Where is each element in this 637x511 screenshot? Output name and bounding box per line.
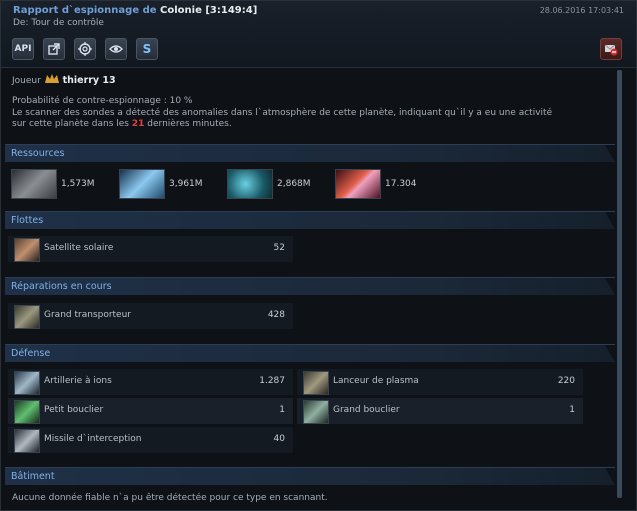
anomaly-minutes: 21 — [131, 119, 145, 129]
section-title: Réparations en cours — [11, 281, 112, 292]
section-fleets: Flottes — [5, 211, 615, 229]
section-title: Bâtiment — [11, 471, 55, 482]
defense-row[interactable]: Petit bouclier 1 — [8, 398, 293, 424]
eye-icon — [109, 45, 123, 53]
defense-name: Lanceur de plasma — [333, 376, 419, 386]
api-label: API — [14, 44, 32, 54]
repair-count: 428 — [267, 310, 285, 320]
defense-count: 1 — [569, 405, 575, 415]
defense-name: Missile d`interception — [44, 434, 142, 444]
interceptor-missile-icon — [14, 429, 40, 453]
buildings-no-data: Aucune donnée fiable n`a pu être détecté… — [12, 493, 328, 503]
defense-name: Artillerie à ions — [44, 376, 112, 386]
fleet-row[interactable]: Satellite solaire 52 — [8, 236, 293, 262]
scrollbar-thumb[interactable] — [617, 70, 622, 498]
defense-count: 1 — [279, 405, 285, 415]
large-shield-icon — [303, 400, 329, 424]
repair-row[interactable]: Grand transporteur 428 — [8, 303, 293, 329]
repair-name: Grand transporteur — [44, 310, 131, 320]
delete-button[interactable] — [600, 38, 622, 60]
small-shield-icon — [14, 400, 40, 424]
resource-crystal: 3,961M — [119, 169, 203, 199]
scrollbar[interactable] — [617, 70, 622, 498]
section-repairs: Réparations en cours — [5, 277, 615, 295]
plasma-turret-icon — [303, 371, 329, 395]
anomaly-text: Le scanner des sondes a détecté des anom… — [12, 107, 553, 118]
share-icon — [48, 43, 60, 55]
section-title: Flottes — [11, 215, 44, 226]
energy-value: 17.304 — [385, 179, 417, 189]
resource-deuterium: 2,868M — [227, 169, 311, 199]
espionage-button[interactable] — [105, 38, 127, 60]
rank-icon — [44, 74, 59, 83]
defense-count: 1.287 — [259, 376, 285, 386]
defense-count: 40 — [273, 434, 285, 444]
energy-icon — [335, 169, 381, 199]
crystal-value: 3,961M — [169, 179, 203, 189]
deuterium-value: 2,868M — [277, 179, 311, 189]
resource-energy: 17.304 — [335, 169, 417, 199]
report-title: Rapport d`espionnage de Colonie [3:149:4… — [13, 5, 257, 16]
resource-metal: 1,573M — [11, 169, 95, 199]
defense-row[interactable]: Grand bouclier 1 — [297, 398, 583, 424]
metal-icon — [11, 169, 57, 199]
defense-row[interactable]: Artillerie à ions 1.287 — [8, 369, 293, 395]
title-prefix: Rapport d`espionnage de — [13, 5, 157, 16]
fleet-count: 52 — [273, 243, 285, 253]
simulate-label: S — [142, 42, 152, 56]
player-label: Joueur — [12, 76, 41, 86]
report-date: 28.06.2016 17:03:41 — [539, 6, 624, 15]
anomaly-text-pre: sur cette planète dans les — [12, 119, 129, 129]
section-title: Ressources — [11, 148, 65, 159]
defense-name: Grand bouclier — [333, 405, 400, 415]
report-sender: De: Tour de contrôle — [13, 18, 104, 28]
player-line: Joueur thierry 13 — [12, 73, 116, 86]
crystal-icon — [119, 169, 165, 199]
share-button[interactable] — [43, 38, 65, 60]
solar-satellite-icon — [14, 238, 40, 262]
espionage-info: Probabilité de contre-espionnage : 10 % … — [12, 96, 612, 131]
section-title: Défense — [11, 348, 51, 359]
target-icon — [78, 42, 92, 56]
defense-row[interactable]: Lanceur de plasma 220 — [297, 369, 583, 395]
defense-row[interactable]: Missile d`interception 40 — [8, 427, 293, 453]
fleet-name: Satellite solaire — [44, 243, 114, 253]
api-button[interactable]: API — [12, 38, 34, 60]
section-buildings: Bâtiment — [5, 467, 615, 485]
simulate-button[interactable]: S — [136, 38, 158, 60]
deuterium-icon — [227, 169, 273, 199]
report-header: Rapport d`espionnage de Colonie [3:149:4… — [1, 1, 636, 68]
section-resources: Ressources — [5, 144, 615, 162]
anomaly-text-2: sur cette planète dans les 21 dernières … — [12, 119, 612, 131]
player-name[interactable]: thierry 13 — [63, 75, 116, 86]
large-cargo-icon — [14, 305, 40, 329]
counter-espionage-text: Probabilité de contre-espionnage : 10 % — [12, 96, 193, 106]
defense-count: 220 — [557, 376, 575, 386]
ion-cannon-icon — [14, 371, 40, 395]
anomaly-text-post: dernières minutes. — [147, 119, 232, 129]
planet-link[interactable]: Colonie [3:149:4] — [160, 5, 257, 16]
metal-value: 1,573M — [61, 179, 95, 189]
attack-button[interactable] — [74, 38, 96, 60]
defense-name: Petit bouclier — [44, 405, 104, 415]
section-defense: Défense — [5, 344, 615, 362]
delete-message-icon — [604, 44, 618, 56]
